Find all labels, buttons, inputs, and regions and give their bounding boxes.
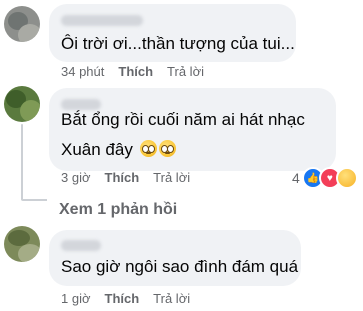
comment-time[interactable]: 3 giờ <box>61 170 91 185</box>
comment-actions: 3 giờ Thích Trả lời <box>61 170 204 185</box>
comment-text: Sao giờ ngôi sao đình đám quá <box>61 257 299 276</box>
author-name-blurred[interactable] <box>61 240 101 251</box>
view-replies-link[interactable]: Xem 1 phản hồi <box>59 201 177 219</box>
comment-text: Ôi trời ơi...thần tượng của tui... <box>61 34 295 53</box>
comment-time[interactable]: 34 phút <box>61 64 104 79</box>
avatar[interactable] <box>4 6 40 42</box>
reply-button[interactable]: Trả lời <box>153 170 190 185</box>
haha-icon <box>335 167 358 189</box>
like-button[interactable]: Thích <box>105 170 140 185</box>
reaction-summary[interactable]: 4 👍 ♥ <box>292 167 358 189</box>
reaction-count: 4 <box>292 170 300 186</box>
comment-text-line: Bắt ổng rồi cuối năm ai hát nhạc <box>61 110 305 129</box>
comment-text: Bắt ổng rồi cuối năm ai hát nhạc Xuân đâ… <box>61 105 305 165</box>
grimace-emoji-icon <box>158 140 176 157</box>
comment-text-line: Xuân đây <box>61 135 305 165</box>
comment-bubble: Bắt ổng rồi cuối năm ai hát nhạc Xuân đâ… <box>49 88 336 171</box>
like-button[interactable]: Thích <box>118 64 153 79</box>
comment-bubble: Ôi trời ơi...thần tượng của tui... <box>49 4 296 62</box>
comment-actions: 1 giờ Thích Trả lời <box>61 291 204 306</box>
avatar[interactable] <box>4 226 40 262</box>
comment-time[interactable]: 1 giờ <box>61 291 91 306</box>
comment-actions: 34 phút Thích Trả lời <box>61 64 218 79</box>
like-button[interactable]: Thích <box>105 291 140 306</box>
grimace-emoji-icon <box>139 140 157 157</box>
reply-button[interactable]: Trả lời <box>167 64 204 79</box>
avatar[interactable] <box>4 86 40 122</box>
reply-button[interactable]: Trả lời <box>153 291 190 306</box>
author-name-blurred[interactable] <box>61 15 143 26</box>
comment-bubble: Sao giờ ngôi sao đình đám quá <box>49 230 301 286</box>
thread-line <box>21 199 47 201</box>
thread-line <box>21 124 23 200</box>
